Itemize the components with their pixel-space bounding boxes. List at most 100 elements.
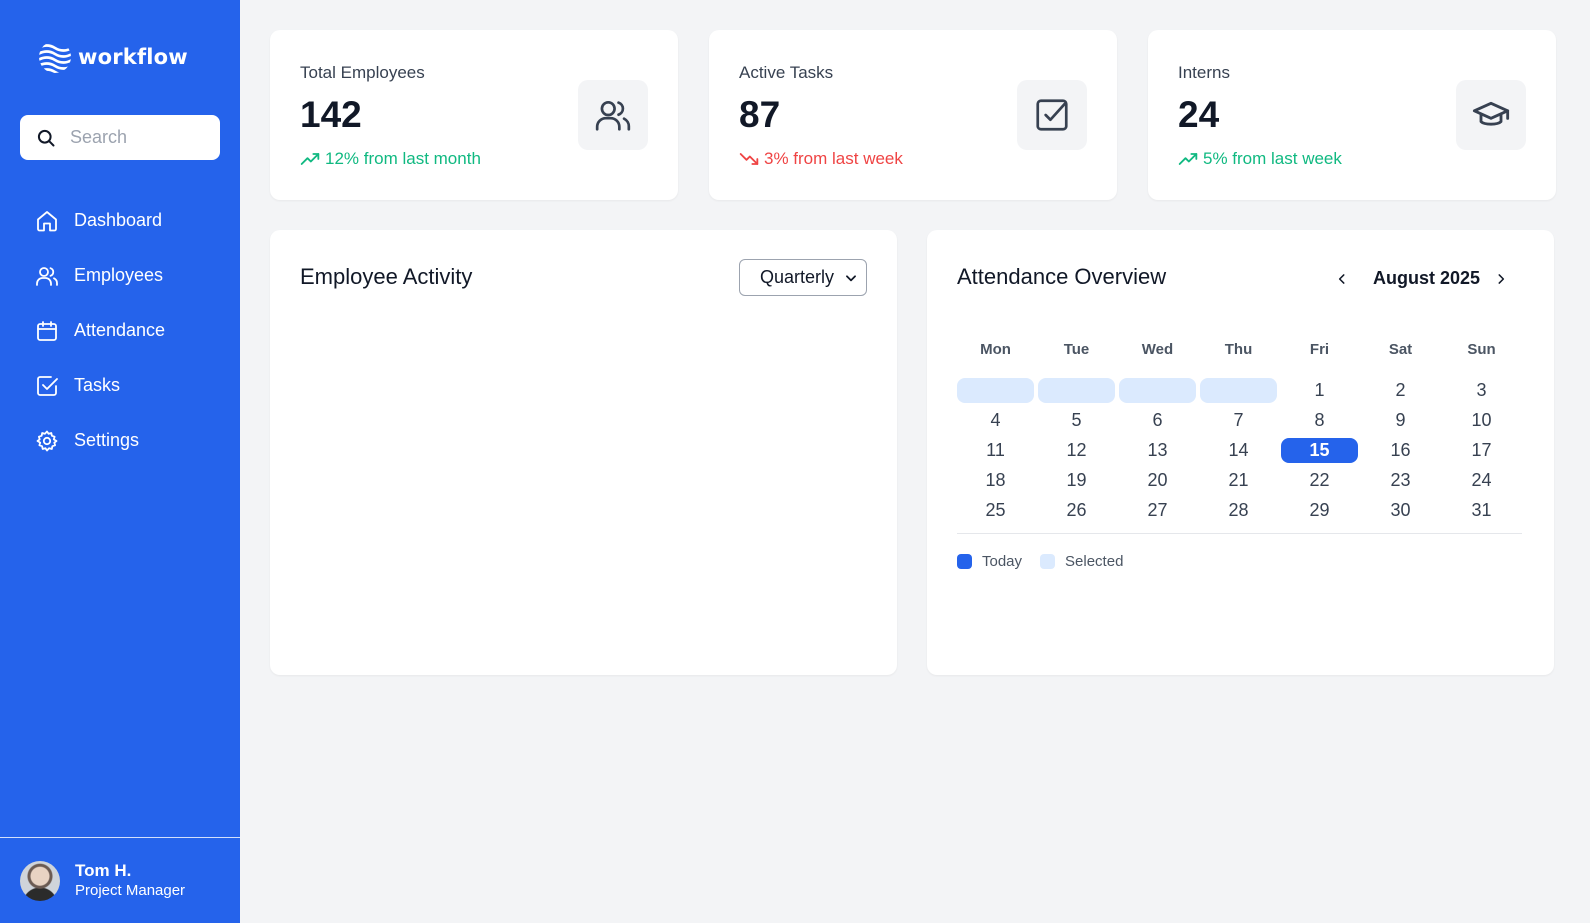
chevron-down-icon [846, 274, 856, 281]
prev-month-button[interactable] [1332, 268, 1352, 290]
sidebar-item-label: Dashboard [74, 210, 163, 230]
calendar-blank-cell [1200, 378, 1277, 403]
calendar-day[interactable]: 19 [1038, 468, 1115, 493]
sidebar-item-label: Attendance [74, 320, 166, 340]
stat-value: 142 [300, 94, 362, 135]
gear-icon [36, 430, 58, 451]
sidebar-item-employees[interactable]: Employees [0, 248, 240, 303]
calendar-day[interactable]: 24 [1443, 468, 1520, 493]
next-month-button[interactable] [1491, 268, 1511, 290]
sidebar-item-settings[interactable]: Settings [0, 413, 240, 468]
stat-title: Total Employees [300, 63, 425, 82]
calendar-day[interactable]: 9 [1362, 408, 1439, 433]
calendar-day[interactable]: 28 [1200, 498, 1277, 523]
calendar-day[interactable]: 7 [1200, 408, 1277, 433]
weekday-header: Wed [1141, 341, 1174, 358]
calendar-day[interactable]: 21 [1200, 468, 1277, 493]
home-icon [37, 210, 57, 231]
stat-value: 24 [1178, 94, 1220, 135]
calendar-day[interactable]: 10 [1443, 408, 1520, 433]
stat-icon-box [1017, 80, 1087, 150]
calendar-day[interactable]: 14 [1200, 438, 1277, 463]
legend-item-selected: Selected [1040, 553, 1123, 570]
sidebar-item-dashboard[interactable]: Dashboard [0, 193, 240, 248]
calendar-day[interactable]: 13 [1119, 438, 1196, 463]
avatar [20, 860, 60, 901]
stat-trend: 3% from last week [739, 149, 903, 169]
calendar-day[interactable]: 6 [1119, 408, 1196, 433]
check-square-icon [37, 375, 58, 396]
weekday-header: Thu [1224, 341, 1253, 358]
calendar-day[interactable]: 3 [1443, 378, 1520, 403]
calendar-day[interactable]: 16 [1362, 438, 1439, 463]
stat-card-active-tasks: Active Tasks 87 3% from last week [709, 30, 1117, 200]
profile-role: Project Manager [75, 881, 186, 899]
calendar-blank-cell [1038, 378, 1115, 403]
profile-name: Tom H. [75, 860, 132, 880]
calendar-day[interactable]: 11 [957, 438, 1034, 463]
calendar-day[interactable]: 20 [1119, 468, 1196, 493]
legend-label: Selected [1065, 553, 1124, 570]
weekday-header: Fri [1309, 341, 1330, 358]
calendar-day[interactable]: 30 [1362, 498, 1439, 523]
stat-trend: 12% from last month [300, 149, 481, 169]
calendar-day[interactable]: 29 [1281, 498, 1358, 523]
activity-chart-area [300, 320, 867, 645]
weekday-header: Sat [1388, 341, 1413, 358]
attendance-overview-panel: Attendance Overview August 2025 Mon Tue We… [927, 230, 1554, 675]
trending-down-icon [739, 153, 759, 165]
graduation-cap-icon [1472, 101, 1510, 126]
calendar-divider [957, 533, 1522, 534]
search-input[interactable] [70, 127, 200, 148]
calendar-day[interactable]: 18 [957, 468, 1034, 493]
trending-up-icon [1178, 153, 1198, 165]
calendar-day[interactable]: 1 [1281, 378, 1358, 403]
calendar-blank-cell [1119, 378, 1196, 403]
logo[interactable]: workflow [38, 40, 188, 74]
calendar-day[interactable]: 26 [1038, 498, 1115, 523]
stat-value: 87 [739, 94, 781, 135]
calendar-day[interactable]: 17 [1443, 438, 1520, 463]
calendar-day-today[interactable]: 15 [1281, 438, 1358, 463]
stat-trend-text: 3% from last week [764, 149, 903, 168]
sidebar-nav: Dashboard Employees Attendance Tasks Set… [0, 193, 240, 468]
calendar-blank-cell [957, 378, 1034, 403]
period-select[interactable]: Quarterly [739, 259, 867, 296]
calendar-day[interactable]: 25 [957, 498, 1034, 523]
legend-label: Today [982, 553, 1023, 570]
calendar-day[interactable]: 12 [1038, 438, 1115, 463]
calendar-day[interactable]: 27 [1119, 498, 1196, 523]
weekday-header: Sun [1467, 341, 1496, 358]
legend-swatch-selected [1040, 554, 1056, 569]
calendar-day[interactable]: 2 [1362, 378, 1439, 403]
calendar-day[interactable]: 5 [1038, 408, 1115, 433]
stat-trend: 5% from last week [1178, 149, 1342, 169]
sidebar: workflow Dashboard Employees Atten [0, 0, 240, 923]
calendar-day[interactable]: 22 [1281, 468, 1358, 493]
calendar-day[interactable]: 23 [1362, 468, 1439, 493]
sidebar-item-attendance[interactable]: Attendance [0, 303, 240, 358]
period-select-value: Quarterly [760, 267, 835, 287]
weekday-header: Tue [1063, 341, 1090, 358]
calendar-day[interactable]: 31 [1443, 498, 1520, 523]
stat-trend-text: 5% from last week [1203, 149, 1342, 168]
chevron-right-icon [1498, 274, 1505, 284]
sidebar-item-tasks[interactable]: Tasks [0, 358, 240, 413]
calendar-legend: Today Selected [957, 553, 1141, 570]
stat-title: Interns [1178, 63, 1230, 82]
employee-activity-panel: Employee Activity Quarterly [270, 230, 897, 675]
stat-card-interns: Interns 24 5% from last week [1148, 30, 1556, 200]
stat-title: Active Tasks [739, 63, 834, 82]
check-square-icon [1036, 99, 1068, 131]
panel-title: Employee Activity [300, 264, 473, 289]
user-profile[interactable]: Tom H. Project Manager [0, 837, 240, 923]
profile-text: Tom H. Project Manager [75, 861, 185, 901]
stat-card-total-employees: Total Employees 142 12% from last month [270, 30, 678, 200]
sidebar-item-label: Employees [74, 265, 164, 285]
panel-title: Attendance Overview [957, 264, 1167, 289]
legend-item-today: Today [957, 553, 1022, 570]
users-icon [36, 266, 58, 286]
search-box[interactable] [20, 115, 220, 160]
calendar-day[interactable]: 4 [957, 408, 1034, 433]
calendar-day[interactable]: 8 [1281, 408, 1358, 433]
